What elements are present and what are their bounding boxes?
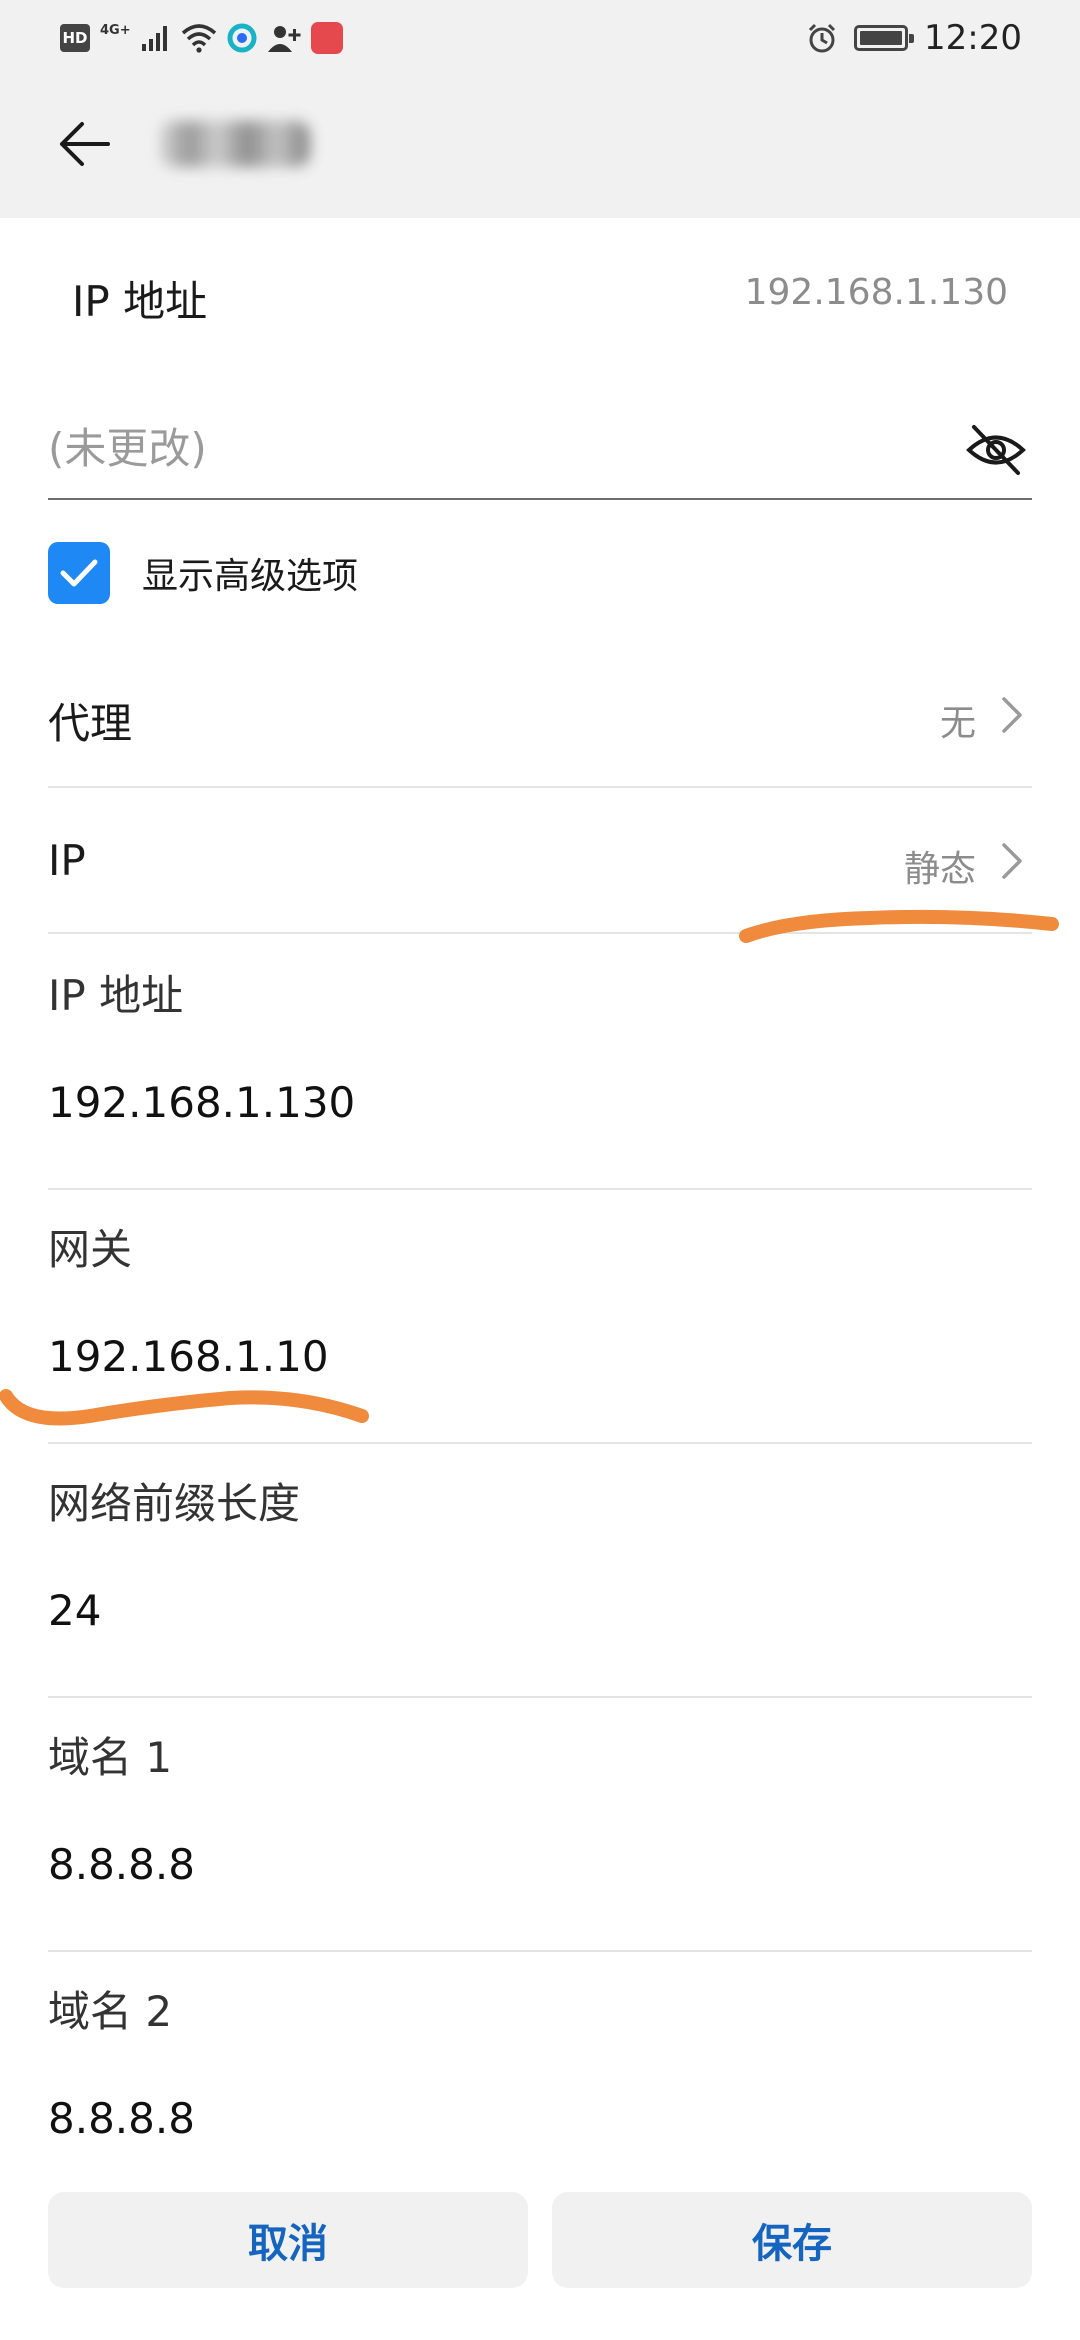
field-label: 网关 [48,1225,133,1274]
toggle-password-visibility-button[interactable] [964,420,1028,480]
app-bar [0,76,1080,218]
chevron-right-icon [992,836,1032,886]
field-label: 域名 2 [48,1987,173,2036]
clock: 12:20 [924,18,1022,58]
huawei-app-icon [310,22,343,54]
hd-icon: HD [60,24,90,52]
password-input[interactable] [48,418,948,478]
ip-summary-value: 192.168.1.130 [744,272,1008,313]
status-bar-left: HD 4G+ [60,20,343,56]
add-user-icon [267,26,301,52]
arrow-left-icon [60,122,110,166]
signal-icon [141,26,167,51]
field-label: 域名 1 [48,1733,173,1782]
gateway-field: 网关 [48,1190,1032,1444]
advanced-options-label: 显示高级选项 [142,556,359,597]
proxy-row[interactable]: 代理 无 [48,644,1032,788]
dns2-field: 域名 2 [48,1952,1032,2206]
alarm-icon [808,23,836,53]
dns1-field: 域名 1 [48,1698,1032,1952]
cancel-button[interactable]: 取消 [48,2192,528,2288]
advanced-options-checkbox[interactable] [48,542,110,604]
battery-icon [854,25,915,51]
ip-address-input[interactable] [48,1072,948,1132]
proxy-label: 代理 [48,699,133,748]
field-label: 网络前缀长度 [48,1479,301,1528]
ip-mode-label: IP [48,836,86,885]
chevron-right-icon [992,690,1032,740]
prefix-length-input[interactable] [48,1580,948,1640]
ip-summary-label: IP 地址 [72,277,208,326]
dialog-buttons: 取消 保存 [0,2192,1080,2292]
prefix-length-field: 网络前缀长度 [48,1444,1032,1698]
wifi-icon [181,24,216,53]
advanced-options-row[interactable]: 显示高级选项 [48,540,358,606]
eye-off-icon [966,425,1026,475]
network-type-label: 4G+ [100,22,131,38]
dns2-input[interactable] [48,2088,948,2148]
ip-address-field: IP 地址 [48,936,1032,1190]
ip-mode-value: 静态 [903,849,976,890]
dns1-input[interactable] [48,1834,948,1894]
back-button[interactable] [48,108,120,180]
status-bar: HD 4G+ 12:20 [0,0,1080,76]
ip-mode-row[interactable]: IP 静态 [48,790,1032,934]
checkmark-icon [60,559,98,587]
password-field [48,400,1032,500]
proxy-value: 无 [939,703,976,744]
save-button[interactable]: 保存 [552,2192,1032,2288]
field-label: IP 地址 [48,971,184,1020]
app-notification-icon [227,23,257,53]
ip-summary-row: IP 地址 192.168.1.130 [0,218,1080,370]
status-bar-right: 12:20 [806,16,1022,60]
gateway-input[interactable] [48,1326,948,1386]
network-name-redacted [160,121,310,167]
